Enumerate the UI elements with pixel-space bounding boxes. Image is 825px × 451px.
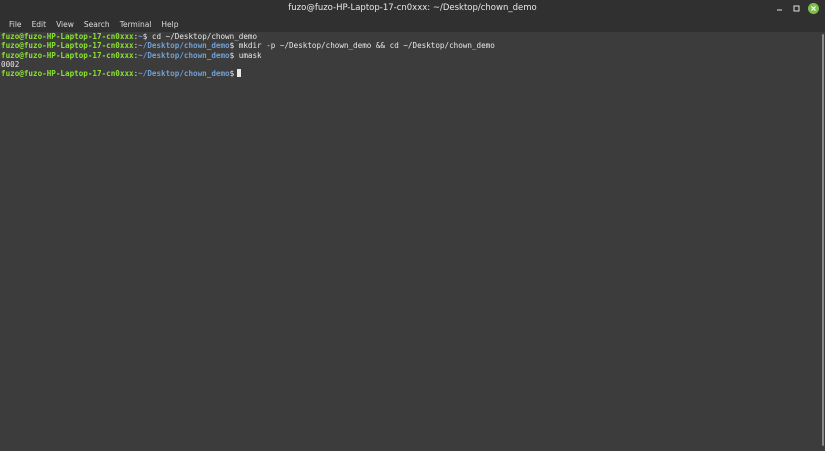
minimize-icon bbox=[777, 9, 782, 11]
terminal-line: fuzo@fuzo-HP-Laptop-17-cn0xxx:~/Desktop/… bbox=[1, 50, 262, 60]
terminal-line: fuzo@fuzo-HP-Laptop-17-cn0xxx:~$ cd ~/De… bbox=[1, 32, 258, 41]
menu-help[interactable]: Help bbox=[156, 17, 183, 32]
terminal-output[interactable]: fuzo@fuzo-HP-Laptop-17-cn0xxx:~$ cd ~/De… bbox=[0, 32, 819, 451]
menu-edit[interactable]: Edit bbox=[27, 17, 52, 32]
prompt-user: fuzo@fuzo-HP-Laptop-17-cn0xxx bbox=[1, 50, 134, 60]
text-cursor bbox=[237, 69, 242, 78]
window-controls bbox=[774, 0, 819, 17]
command-text: mkdir -p ~/Desktop/chown_demo && cd ~/De… bbox=[238, 41, 495, 51]
terminal-line: 0002 bbox=[0, 60, 819, 69]
prompt-user: fuzo@fuzo-HP-Laptop-17-cn0xxx bbox=[1, 32, 134, 41]
command-output: 0002 bbox=[1, 59, 20, 69]
prompt-user: fuzo@fuzo-HP-Laptop-17-cn0xxx bbox=[1, 69, 134, 79]
scrollbar-thumb[interactable] bbox=[822, 34, 824, 446]
title-bar[interactable]: fuzo@fuzo-HP-Laptop-17-cn0xxx: ~/Desktop… bbox=[0, 0, 825, 17]
command-text: umask bbox=[238, 50, 262, 60]
maximize-button[interactable] bbox=[791, 3, 802, 14]
prompt-user: fuzo@fuzo-HP-Laptop-17-cn0xxx bbox=[1, 41, 134, 51]
terminal-window: fuzo@fuzo-HP-Laptop-17-cn0xxx: ~/Desktop… bbox=[0, 0, 825, 451]
command-text: cd ~/Desktop/chown_demo bbox=[151, 32, 258, 41]
prompt-path: ~/Desktop/chown_demo bbox=[138, 69, 230, 79]
minimize-button[interactable] bbox=[774, 3, 785, 14]
scrollbar[interactable] bbox=[819, 32, 825, 451]
menu-search[interactable]: Search bbox=[79, 17, 115, 32]
prompt-path: ~/Desktop/chown_demo bbox=[138, 50, 230, 60]
close-button[interactable] bbox=[808, 3, 819, 14]
menu-terminal[interactable]: Terminal bbox=[115, 17, 157, 32]
close-icon bbox=[811, 6, 816, 11]
menu-file[interactable]: File bbox=[4, 17, 27, 32]
terminal-line: fuzo@fuzo-HP-Laptop-17-cn0xxx:~/Desktop/… bbox=[0, 69, 819, 78]
maximize-icon bbox=[793, 5, 800, 12]
menu-view[interactable]: View bbox=[51, 17, 79, 32]
menu-bar: File Edit View Search Terminal Help bbox=[0, 17, 825, 32]
terminal-line: fuzo@fuzo-HP-Laptop-17-cn0xxx:~/Desktop/… bbox=[1, 41, 495, 51]
prompt-path: ~/Desktop/chown_demo bbox=[138, 41, 230, 51]
window-title: fuzo@fuzo-HP-Laptop-17-cn0xxx: ~/Desktop… bbox=[288, 3, 537, 13]
